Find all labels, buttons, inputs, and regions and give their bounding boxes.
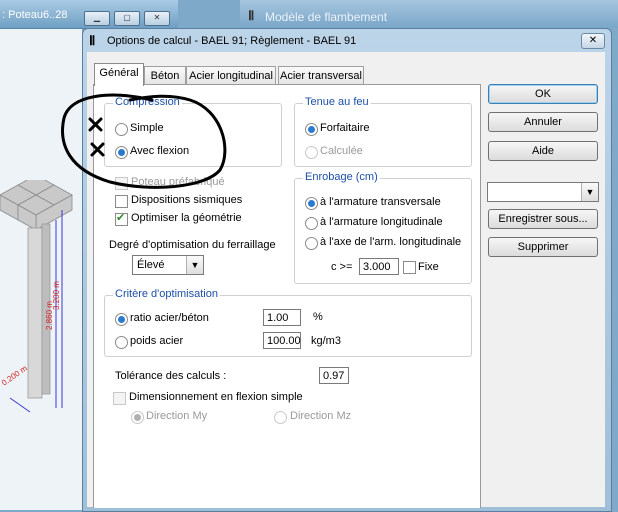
tab-beton[interactable]: Béton bbox=[144, 66, 186, 85]
degre-optimisation-label: Degré d'optimisation du ferraillage bbox=[109, 239, 276, 251]
enrobage-title: Enrobage (cm) bbox=[303, 171, 380, 183]
background-window-title: : Poteau6..28 bbox=[2, 9, 68, 21]
calculee-label: Calculée bbox=[320, 145, 363, 157]
optimiser-geometrie-checkbox[interactable] bbox=[115, 211, 128, 226]
critere-group: Critère d'optimisation ratio acier/béton… bbox=[104, 288, 472, 357]
compression-group: Compression Simple Avec flexion bbox=[104, 96, 282, 167]
dispositions-sismiques-checkbox[interactable] bbox=[115, 195, 128, 208]
degre-optimisation-select[interactable]: Élevé ▼ bbox=[132, 255, 204, 275]
dispositions-sismiques-label: Dispositions sismiques bbox=[131, 194, 243, 206]
enrobage-transversale-radio[interactable] bbox=[305, 197, 318, 210]
forfaitaire-radio[interactable] bbox=[305, 123, 318, 136]
forfaitaire-label: Forfaitaire bbox=[320, 122, 370, 134]
enrobage-longitudinale-label: à l'armature longitudinale bbox=[320, 216, 443, 228]
direction-mz-label: Direction Mz bbox=[290, 410, 352, 422]
compression-simple-radio[interactable] bbox=[115, 123, 128, 136]
flexion-simple-checkbox[interactable] bbox=[113, 392, 126, 405]
c-input[interactable]: 3.000 bbox=[359, 258, 399, 275]
background-window-titlebar: : Poteau6..28 ▁ ▢ ✕ bbox=[0, 0, 178, 29]
background-window-2-titlebar: Ⅱ Modèle de flambement bbox=[240, 0, 618, 28]
direction-my-radio[interactable] bbox=[131, 411, 144, 424]
supprimer-button[interactable]: Supprimer bbox=[488, 237, 598, 257]
close-button[interactable]: ✕ bbox=[144, 11, 170, 26]
enrobage-group: Enrobage (cm) à l'armature transversale … bbox=[294, 171, 472, 284]
tolerance-label: Tolérance des calculs : bbox=[115, 370, 227, 382]
annuler-button[interactable]: Annuler bbox=[488, 112, 598, 132]
app-icon: Ⅱ bbox=[89, 33, 96, 48]
tab-general[interactable]: Général bbox=[94, 63, 144, 86]
compression-group-title: Compression bbox=[113, 96, 182, 108]
enrobage-longitudinale-radio[interactable] bbox=[305, 217, 318, 230]
app-icon: Ⅱ bbox=[248, 8, 255, 23]
ok-button[interactable]: OK bbox=[488, 84, 598, 104]
tab-acier-longitudinal[interactable]: Acier longitudinal bbox=[186, 66, 276, 85]
ratio-input[interactable]: 1.00 bbox=[263, 309, 301, 326]
ratio-unit: % bbox=[313, 311, 323, 323]
ratio-radio[interactable] bbox=[115, 313, 128, 326]
dialog-title: Options de calcul - BAEL 91; Règlement -… bbox=[107, 35, 357, 47]
tenue-au-feu-title: Tenue au feu bbox=[303, 96, 371, 108]
chevron-down-icon: ▼ bbox=[186, 256, 203, 274]
poids-unit: kg/m3 bbox=[311, 335, 341, 347]
maximize-button[interactable]: ▢ bbox=[114, 11, 140, 26]
tab-acier-transversal[interactable]: Acier transversal bbox=[278, 66, 364, 85]
direction-mz-radio[interactable] bbox=[274, 411, 287, 424]
direction-my-label: Direction My bbox=[146, 410, 208, 422]
structure-view: 2.860 m 3.200 m 0.200 m bbox=[0, 180, 73, 413]
compression-avec-flexion-label: Avec flexion bbox=[130, 145, 190, 157]
tenue-au-feu-group: Tenue au feu Forfaitaire Calculée bbox=[294, 96, 472, 167]
enrobage-transversale-label: à l'armature transversale bbox=[320, 196, 441, 208]
flexion-simple-label: Dimensionnement en flexion simple bbox=[129, 391, 303, 403]
chevron-down-icon: ▼ bbox=[581, 183, 598, 201]
degre-optimisation-value: Élevé bbox=[137, 259, 165, 271]
tolerance-input[interactable]: 0.97 bbox=[319, 367, 349, 384]
poteau-prefabrique-checkbox[interactable] bbox=[115, 177, 128, 190]
dim-label: 0.200 m bbox=[0, 363, 29, 387]
ratio-label: ratio acier/béton bbox=[130, 312, 209, 324]
preset-select[interactable]: ▼ bbox=[487, 182, 599, 202]
aide-button[interactable]: Aide bbox=[488, 141, 598, 161]
c-label: c >= bbox=[331, 261, 353, 273]
options-dialog: Ⅱ Options de calcul - BAEL 91; Règlement… bbox=[82, 28, 612, 512]
poids-label: poids acier bbox=[130, 335, 184, 347]
enregistrer-sous-button[interactable]: Enregistrer sous... bbox=[488, 209, 598, 229]
enrobage-axe-radio[interactable] bbox=[305, 237, 318, 250]
compression-simple-label: Simple bbox=[130, 122, 164, 134]
poids-radio[interactable] bbox=[115, 336, 128, 349]
poteau-prefabrique-label: Poteau préfabriqué bbox=[131, 176, 225, 188]
minimize-button[interactable]: ▁ bbox=[84, 11, 110, 26]
critere-title: Critère d'optimisation bbox=[113, 288, 220, 300]
fixe-checkbox[interactable] bbox=[403, 261, 416, 274]
poids-input[interactable]: 100.00 bbox=[263, 332, 301, 349]
compression-avec-flexion-radio[interactable] bbox=[115, 146, 128, 159]
tab-panel-general: Compression Simple Avec flexion Tenue au… bbox=[93, 84, 481, 508]
dialog-close-button[interactable]: ✕ bbox=[581, 33, 605, 49]
fixe-label: Fixe bbox=[418, 261, 439, 273]
optimiser-geometrie-label: Optimiser la géométrie bbox=[131, 212, 242, 224]
dialog-body: Général Béton Acier longitudinal Acier t… bbox=[87, 52, 605, 508]
dim-label: 3.200 m bbox=[52, 281, 61, 310]
background-window-2-title: Modèle de flambement bbox=[265, 10, 388, 24]
enrobage-axe-label: à l'axe de l'arm. longitudinale bbox=[320, 236, 462, 248]
calculee-radio[interactable] bbox=[305, 146, 318, 159]
